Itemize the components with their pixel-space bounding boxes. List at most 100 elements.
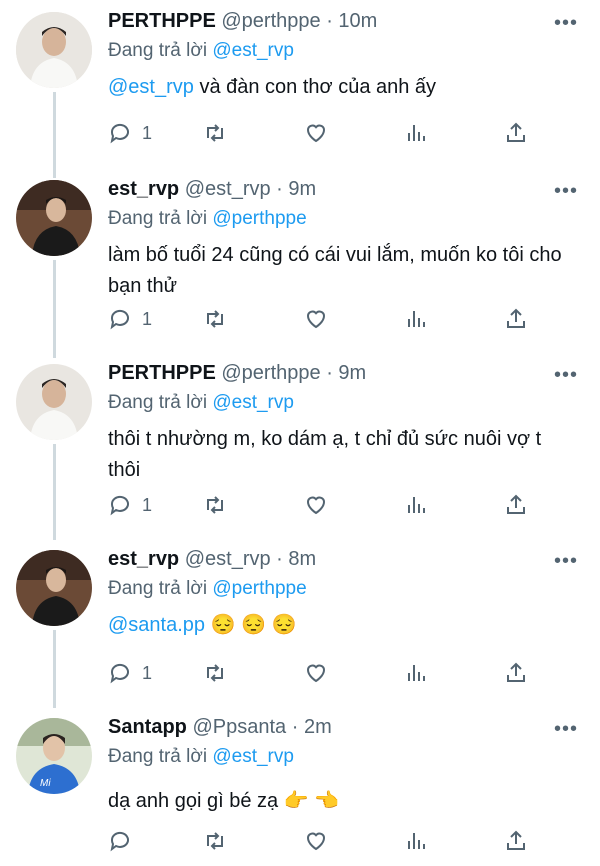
reply-to-mention[interactable]: @est_rvp bbox=[212, 40, 294, 61]
reply-icon bbox=[110, 831, 129, 852]
retweet-button[interactable] bbox=[203, 658, 227, 688]
timestamp[interactable]: 10m bbox=[338, 10, 377, 32]
share-button[interactable] bbox=[504, 490, 528, 520]
tweet[interactable]: PERTHPPE @perthppe · 9m ••• Đang trả lời… bbox=[0, 352, 600, 540]
more-icon[interactable]: ••• bbox=[554, 12, 578, 35]
like-button[interactable] bbox=[304, 118, 328, 148]
body-text: thôi t nhường m, ko dám ạ, t chỉ đủ sức … bbox=[108, 428, 542, 481]
more-icon[interactable]: ••• bbox=[554, 180, 578, 203]
handle[interactable]: @Ppsanta bbox=[192, 716, 286, 738]
tweet[interactable]: est_rvp @est_rvp · 9m ••• Đang trả lời @… bbox=[0, 92, 600, 358]
reply-button[interactable] bbox=[108, 826, 132, 856]
share-button[interactable] bbox=[504, 658, 528, 688]
reply-to-mention[interactable]: @perthppe bbox=[212, 578, 306, 599]
handle[interactable]: @est_rvp bbox=[185, 548, 271, 570]
tweet-header: PERTHPPE @perthppe · 10m bbox=[108, 10, 377, 33]
reply-button[interactable]: 1 bbox=[108, 658, 152, 688]
timestamp[interactable]: 8m bbox=[288, 548, 316, 570]
handle[interactable]: @est_rvp bbox=[185, 178, 271, 200]
share-button[interactable] bbox=[504, 304, 528, 334]
share-icon bbox=[507, 830, 525, 850]
reply-to-mention[interactable]: @perthppe bbox=[212, 208, 306, 229]
reply-count: 1 bbox=[142, 662, 153, 683]
views-icon bbox=[408, 311, 425, 327]
display-name[interactable]: PERTHPPE bbox=[108, 10, 216, 32]
retweet-icon bbox=[207, 310, 223, 328]
reply-icon bbox=[110, 309, 129, 330]
like-button[interactable] bbox=[304, 304, 328, 334]
avatar-est-rvp[interactable] bbox=[16, 180, 92, 256]
retweet-button[interactable] bbox=[203, 490, 227, 520]
avatar-santapp[interactable]: Mi bbox=[16, 718, 92, 794]
tweet[interactable]: PERTHPPE @perthppe · 10m ••• Đang trả lờ… bbox=[0, 0, 600, 178]
tweet-header: est_rvp @est_rvp · 8m bbox=[108, 548, 316, 571]
like-button[interactable] bbox=[304, 826, 328, 856]
timestamp[interactable]: 9m bbox=[288, 178, 316, 200]
display-name[interactable]: est_rvp bbox=[108, 548, 179, 570]
svg-text:Mi: Mi bbox=[40, 778, 51, 789]
share-button[interactable] bbox=[504, 118, 528, 148]
views-button[interactable] bbox=[405, 658, 429, 688]
separator: · bbox=[270, 178, 289, 200]
tweet-text: @santa.pp 😔 😔 😔 bbox=[108, 610, 578, 641]
tweet-header: est_rvp @est_rvp · 9m bbox=[108, 178, 316, 201]
views-button[interactable] bbox=[405, 304, 429, 334]
body-mention[interactable]: @est_rvp bbox=[108, 76, 194, 98]
views-button[interactable] bbox=[405, 118, 429, 148]
views-button[interactable] bbox=[405, 490, 429, 520]
avatar-perthppe[interactable] bbox=[16, 12, 92, 88]
reply-button[interactable]: 1 bbox=[108, 304, 152, 334]
tweet-text: thôi t nhường m, ko dám ạ, t chỉ đủ sức … bbox=[108, 424, 578, 486]
reply-to-mention[interactable]: @est_rvp bbox=[212, 392, 294, 413]
retweet-button[interactable] bbox=[203, 304, 227, 334]
like-icon bbox=[306, 664, 326, 683]
tweet-text: làm bố tuổi 24 cũng có cái vui lắm, muốn… bbox=[108, 240, 578, 302]
views-icon bbox=[408, 665, 425, 681]
timestamp[interactable]: 2m bbox=[304, 716, 332, 738]
replying-to-label: Đang trả lời bbox=[108, 746, 213, 767]
replying-to-label: Đang trả lời bbox=[108, 578, 213, 599]
retweet-button[interactable] bbox=[203, 826, 227, 856]
tweet[interactable]: est_rvp @est_rvp · 8m ••• Đang trả lời @… bbox=[0, 538, 600, 708]
more-icon[interactable]: ••• bbox=[554, 718, 578, 741]
retweet-icon bbox=[207, 832, 223, 850]
avatar-perthppe[interactable] bbox=[16, 364, 92, 440]
separator: · bbox=[270, 548, 289, 570]
thread-line bbox=[53, 444, 56, 540]
reply-icon bbox=[110, 495, 129, 516]
action-bar: 1 bbox=[108, 304, 538, 334]
handle[interactable]: @perthppe bbox=[221, 362, 320, 384]
timestamp[interactable]: 9m bbox=[338, 362, 366, 384]
reply-button[interactable]: 1 bbox=[108, 118, 152, 148]
like-icon bbox=[306, 496, 326, 515]
retweet-icon bbox=[207, 124, 223, 142]
retweet-button[interactable] bbox=[203, 118, 227, 148]
reply-button[interactable]: 1 bbox=[108, 490, 152, 520]
display-name[interactable]: est_rvp bbox=[108, 178, 179, 200]
avatar-est-rvp[interactable] bbox=[16, 550, 92, 626]
action-bar bbox=[108, 826, 538, 856]
action-bar: 1 bbox=[108, 658, 538, 688]
thread-line bbox=[53, 92, 56, 178]
tweet-text: dạ anh gọi gì bé zạ 👉 👈 bbox=[108, 786, 578, 817]
like-button[interactable] bbox=[304, 658, 328, 688]
share-icon bbox=[507, 662, 525, 682]
more-icon[interactable]: ••• bbox=[554, 364, 578, 387]
views-button[interactable] bbox=[405, 826, 429, 856]
reply-to-mention[interactable]: @est_rvp bbox=[212, 746, 294, 767]
action-bar: 1 bbox=[108, 118, 538, 148]
separator: · bbox=[320, 362, 339, 384]
like-button[interactable] bbox=[304, 490, 328, 520]
more-icon[interactable]: ••• bbox=[554, 550, 578, 573]
replying-to: Đang trả lời @perthppe bbox=[108, 208, 307, 230]
retweet-icon bbox=[207, 664, 223, 682]
body-text: dạ anh gọi gì bé zạ 👉 👈 bbox=[108, 790, 340, 812]
display-name[interactable]: Santapp bbox=[108, 716, 187, 738]
handle[interactable]: @perthppe bbox=[221, 10, 320, 32]
tweet[interactable]: Mi Santapp @Ppsanta · 2m ••• Đang trả lờ… bbox=[0, 706, 600, 866]
share-button[interactable] bbox=[504, 826, 528, 856]
thread-line bbox=[53, 92, 56, 102]
body-mention[interactable]: @santa.pp bbox=[108, 614, 205, 636]
replying-to-label: Đang trả lời bbox=[108, 40, 213, 61]
display-name[interactable]: PERTHPPE bbox=[108, 362, 216, 384]
